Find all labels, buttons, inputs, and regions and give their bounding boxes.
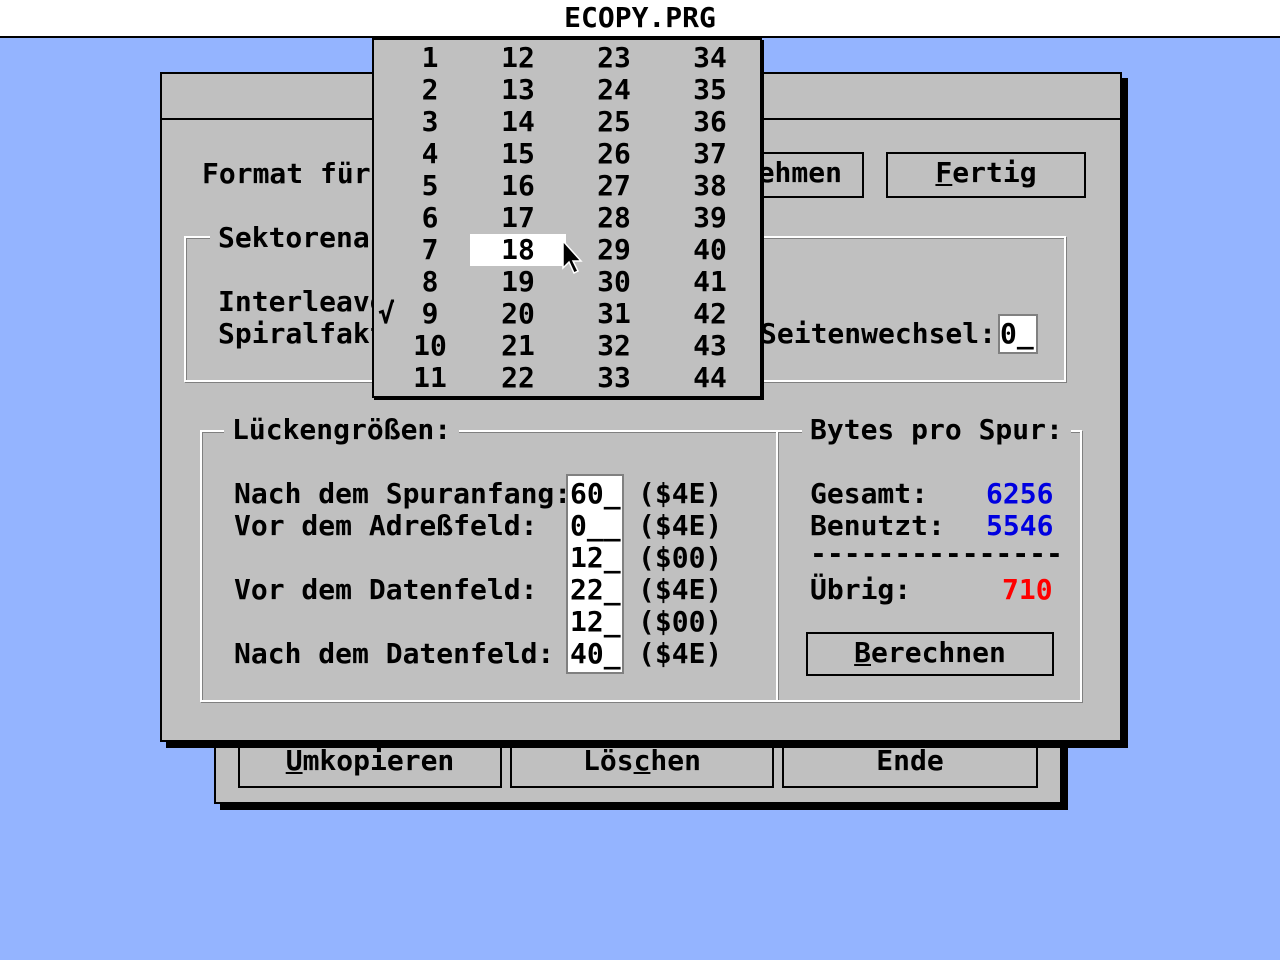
popup-item[interactable]: 11 <box>400 362 460 394</box>
popup-item[interactable]: 40 <box>680 234 740 266</box>
done-button[interactable]: Fertig <box>886 152 1086 198</box>
gap-label-before-data: Vor dem Datenfeld: <box>234 573 538 606</box>
popup-item[interactable]: 22 <box>488 362 548 394</box>
popup-item[interactable]: 21 <box>488 330 548 362</box>
spiral-label: Spiralfakt <box>218 317 387 350</box>
format-label: Format für <box>202 157 371 190</box>
check-icon: √ <box>378 297 395 330</box>
popup-item[interactable]: 43 <box>680 330 740 362</box>
gap-value[interactable]: 0__ <box>570 510 621 542</box>
popup-item[interactable]: 23 <box>584 42 644 74</box>
rest-label: Übrig: <box>810 573 912 606</box>
rest-value: 710 <box>1002 573 1053 606</box>
popup-item[interactable]: 20 <box>488 298 548 330</box>
popup-item[interactable]: 1 <box>400 42 460 74</box>
gap-value[interactable]: 22_ <box>570 574 621 606</box>
popup-item[interactable]: 38 <box>680 170 740 202</box>
interleave-label: Interleave <box>218 285 387 318</box>
popup-item[interactable]: 5 <box>400 170 460 202</box>
popup-item[interactable]: 29 <box>584 234 644 266</box>
popup-item[interactable]: 36 <box>680 106 740 138</box>
popup-item[interactable]: 12 <box>488 42 548 74</box>
total-value: 6256 <box>986 477 1054 510</box>
popup-item[interactable]: 28 <box>584 202 644 234</box>
popup-item[interactable]: 2 <box>400 74 460 106</box>
done-button-shortcut: F <box>935 156 953 189</box>
popup-item[interactable]: 16 <box>488 170 548 202</box>
mouse-pointer-icon <box>562 240 583 275</box>
gap-hex: ($00) <box>638 605 723 638</box>
popup-item[interactable]: 25 <box>584 106 644 138</box>
gap-value[interactable]: 60_ <box>570 478 621 510</box>
done-button-label: ertig <box>952 156 1037 189</box>
popup-item[interactable]: 18 <box>488 234 548 266</box>
end-button-label: Ende <box>876 744 944 777</box>
popup-item[interactable]: 13 <box>488 74 548 106</box>
sector-popup-menu: √ 1 2 3 4 5 6 7 8 9 10 11 12 13 14 15 16 17 18 19 20 21 22 23 2… <box>372 38 762 398</box>
sector-group-label: Sektorenan <box>210 222 395 254</box>
popup-item[interactable]: 41 <box>680 266 740 298</box>
popup-item[interactable]: 27 <box>584 170 644 202</box>
popup-item[interactable]: 34 <box>680 42 740 74</box>
popup-item[interactable]: 33 <box>584 362 644 394</box>
popup-item[interactable]: 44 <box>680 362 740 394</box>
popup-item[interactable]: 15 <box>488 138 548 170</box>
popup-item[interactable]: 37 <box>680 138 740 170</box>
gap-label-after-data: Nach dem Datenfeld: <box>234 637 555 670</box>
gap-value[interactable]: 12_ <box>570 606 621 638</box>
gap-hex: ($4E) <box>638 637 723 670</box>
gap-label-track-start: Nach dem Spuranfang: <box>234 477 572 510</box>
total-label: Gesamt: <box>810 477 929 510</box>
copy-button-shortcut: U <box>285 744 303 777</box>
popup-item[interactable]: 9 <box>400 298 460 330</box>
title-bar: ECOPY.PRG <box>0 0 1280 38</box>
window-title: ECOPY.PRG <box>564 1 716 34</box>
popup-item[interactable]: 30 <box>584 266 644 298</box>
bytes-group-label: Bytes pro Spur: <box>802 414 1071 446</box>
popup-item[interactable]: 17 <box>488 202 548 234</box>
end-button[interactable]: Ende <box>782 740 1038 788</box>
popup-item[interactable]: 10 <box>400 330 460 362</box>
delete-button[interactable]: Löschen <box>510 740 774 788</box>
popup-item[interactable]: 24 <box>584 74 644 106</box>
calculate-button-label: erechnen <box>871 636 1006 669</box>
gap-label-before-address: Vor dem Adreßfeld: <box>234 509 538 542</box>
copy-button[interactable]: Umkopieren <box>238 740 502 788</box>
calculate-button[interactable]: Berechnen <box>806 632 1054 676</box>
gap-hex: ($00) <box>638 541 723 574</box>
popup-item[interactable]: 19 <box>488 266 548 298</box>
side-change-value: 0_ <box>1000 317 1034 350</box>
popup-item[interactable]: 3 <box>400 106 460 138</box>
popup-item[interactable]: 4 <box>400 138 460 170</box>
popup-item[interactable]: 42 <box>680 298 740 330</box>
gap-hex: ($4E) <box>638 509 723 542</box>
popup-item[interactable]: 8 <box>400 266 460 298</box>
popup-item[interactable]: 35 <box>680 74 740 106</box>
popup-item[interactable]: 14 <box>488 106 548 138</box>
popup-item[interactable]: 26 <box>584 138 644 170</box>
popup-item[interactable]: 32 <box>584 330 644 362</box>
popup-item[interactable]: 6 <box>400 202 460 234</box>
copy-button-label: mkopieren <box>302 744 455 777</box>
popup-item[interactable]: 7 <box>400 234 460 266</box>
delete-button-shortcut: c <box>633 744 651 777</box>
gap-value[interactable]: 12_ <box>570 542 621 574</box>
separator-line: --------------- <box>810 537 1063 570</box>
popup-item[interactable]: 39 <box>680 202 740 234</box>
gap-hex: ($4E) <box>638 477 723 510</box>
gap-group-label: Lückengrößen: <box>224 414 460 446</box>
delete-button-label: hen <box>650 744 701 777</box>
side-change-field[interactable]: 0_ <box>998 314 1038 354</box>
side-change-label: Seitenwechsel: <box>760 317 997 350</box>
delete-button-label-pre: Lös <box>582 744 634 777</box>
take-button-label: ehmen <box>757 156 842 189</box>
calculate-button-shortcut: B <box>854 636 871 669</box>
popup-item[interactable]: 31 <box>584 298 644 330</box>
gap-value[interactable]: 40_ <box>570 638 621 670</box>
gap-hex: ($4E) <box>638 573 723 606</box>
